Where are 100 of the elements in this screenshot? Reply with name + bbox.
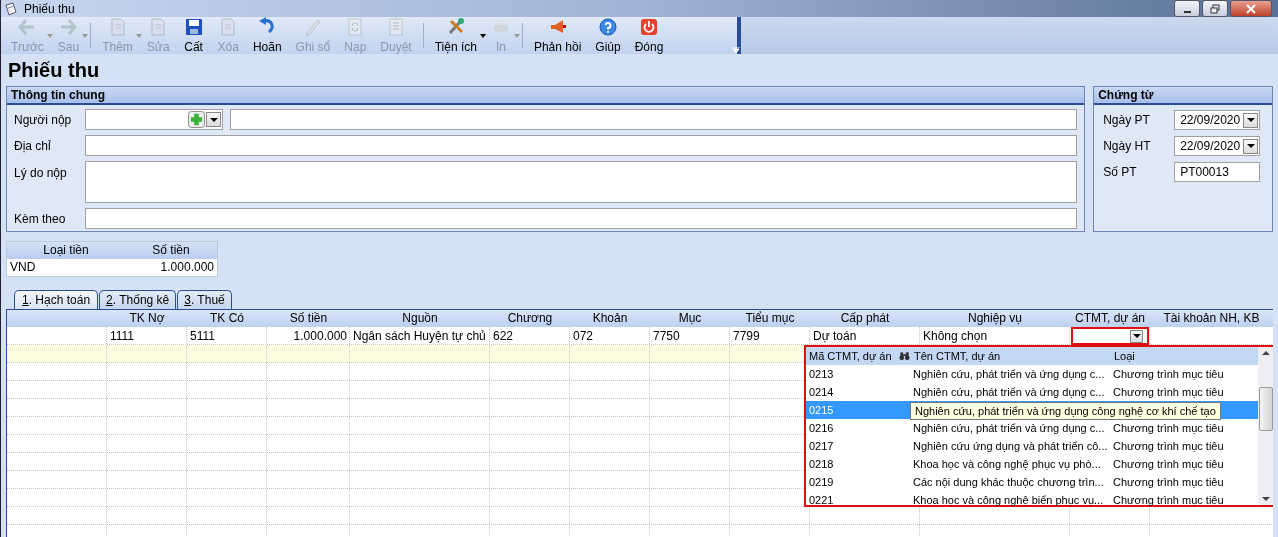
table-cell-text: Chương trình mục tiêu <box>1113 493 1224 508</box>
table-cell-text: Chương trình mục tiêu <box>1113 367 1224 382</box>
field-label: Kèm theo <box>14 211 67 226</box>
column-header: Tên CTMT, dự án <box>914 349 1002 364</box>
list-row[interactable]: 0215 Nghiên cứu, phát triển và ứng dụng công nghệ cơ khí chế tạo <box>806 401 1258 419</box>
toolbar-button[interactable]: Hoãn <box>245 17 289 54</box>
close-icon <box>1246 3 1256 14</box>
table-cell-text: Ngân sách Huyện tự chủ <box>352 328 487 345</box>
tooltip: Nghiên cứu, phát triển và ứng dụng công nghệ cơ khí chế tạo <box>910 402 1221 420</box>
table-cell-text: Chương trình mục tiêu <box>1113 385 1224 400</box>
reason-field[interactable] <box>85 161 1078 203</box>
overflow-icon[interactable] <box>732 47 740 53</box>
date-field[interactable]: 22/09/2020 <box>1174 110 1261 130</box>
minimize-button[interactable] <box>1174 0 1200 17</box>
restore-icon <box>1210 3 1220 14</box>
table-cell-text: 072 <box>572 328 595 345</box>
list-row[interactable]: 0216 Nghiên cứu, phát triển và ứng dụng c... Chương trình mục tiêu <box>806 419 1258 437</box>
scrollbar[interactable] <box>1258 347 1273 505</box>
column-header: Khoản <box>592 310 628 327</box>
dropdown-button[interactable] <box>206 112 221 127</box>
table-cell-text: Chương trình mục tiêu <box>1113 475 1224 490</box>
caret-icon <box>1246 118 1255 122</box>
caret-icon <box>209 117 218 122</box>
close-button[interactable] <box>1230 0 1272 17</box>
list-row[interactable]: 0213 Nghiên cứu, phát triển và ứng dụng c... Chương trình mục tiêu <box>806 365 1258 383</box>
scroll-thumb[interactable] <box>1259 387 1273 431</box>
list-row[interactable]: 0218 Khoa học và công nghệ phục vụ phò... Chương trình mục tiêu <box>806 455 1258 473</box>
table-cell-text: Nghiên cứu, phát triển và ứng dụng c... <box>913 367 1106 382</box>
table-cell-text: 0217 <box>808 439 835 454</box>
list-row[interactable]: 0214 Nghiên cứu, phát triển và ứng dụng c... Chương trình mục tiêu <box>806 383 1258 401</box>
restore-button[interactable] <box>1202 0 1228 17</box>
field-label: Ngày PT <box>1102 113 1151 127</box>
payer-name-field[interactable] <box>230 109 1078 130</box>
list-row[interactable]: 0219 Các nội dung khác thuộc chương trìn... Chương trình mục tiêu <box>806 473 1258 491</box>
toolbar-button[interactable]: Tiện ích <box>427 17 484 54</box>
column-header: Số tiền <box>289 310 328 327</box>
field-label: Lý do nộp <box>14 166 68 180</box>
table-cell-text: 1.000.000 <box>292 328 348 345</box>
table-cell-text: 0213 <box>808 367 835 382</box>
table-cell-text: Các nội dung khác thuộc chương trìn... <box>913 475 1105 490</box>
caret-icon <box>1246 144 1255 148</box>
binoculars-icon <box>899 351 910 361</box>
table-cell-text: 0221 <box>808 493 835 508</box>
down-arrow-icon[interactable] <box>1262 497 1270 501</box>
list-row[interactable]: 0221 Khoa học và công nghệ biển phục vụ... Chương trình mục tiêu <box>806 491 1258 509</box>
table-cell-text: Chương trình mục tiêu <box>1113 421 1224 436</box>
date-field[interactable]: 22/09/2020 <box>1174 136 1261 156</box>
table-cell-text: Khoa học và công nghệ biển phục vụ... <box>913 493 1105 508</box>
table-cell-text: 5111 <box>189 328 216 345</box>
list-row[interactable]: 0217 Nghiên cứu ứng dụng và phát triển cô... Chương trình mục tiêu <box>806 437 1258 455</box>
table-cell-text: 0216 <box>808 421 835 436</box>
column-header: TK Nợ <box>129 310 165 327</box>
dropdown-button[interactable] <box>1243 138 1259 154</box>
table-cell-text: Nghiên cứu, phát triển và ứng dụng c... <box>913 385 1106 400</box>
dropdown-button[interactable] <box>1243 112 1259 128</box>
table-cell-text: 1111 <box>109 328 136 345</box>
toolbar-button[interactable]: Đóng <box>627 17 671 54</box>
table-cell-text: Khoa học và công nghệ phục vụ phò... <box>913 457 1102 472</box>
caret-icon <box>1132 334 1141 338</box>
page-heading: Phiếu thu <box>8 59 101 81</box>
project-combo[interactable] <box>1071 327 1149 345</box>
table-cell-text: Chương trình mục tiêu <box>1113 439 1224 454</box>
address-field[interactable] <box>85 135 1078 156</box>
toolbar-button[interactable]: Cất <box>176 17 211 54</box>
help-icon <box>597 17 618 37</box>
column-header: Nguồn <box>402 310 438 327</box>
app-icon <box>4 1 18 16</box>
column-header: Số tiền <box>151 242 191 259</box>
toolbar-button[interactable]: Phản hồi <box>526 17 589 54</box>
table-cell-text: 0218 <box>808 457 835 472</box>
panel-title: Thông tin chung <box>7 87 1085 105</box>
column-header: Cấp phát <box>840 310 890 327</box>
attachment-field[interactable] <box>85 208 1078 229</box>
column-header: Tài khoản NH, KB <box>1163 310 1260 327</box>
dropdown-button[interactable] <box>1130 329 1143 343</box>
table-cell-text: Chương trình mục tiêu <box>1113 457 1224 472</box>
window-title: Phiếu thu <box>24 1 75 16</box>
field-label: Số PT <box>1102 165 1138 179</box>
right-arrow-icon <box>58 17 79 37</box>
up-arrow-icon[interactable] <box>1262 351 1270 355</box>
table-cell-text: Nghiên cứu, phát triển và ứng dụng c... <box>913 421 1106 436</box>
table-cell-text: Nghiên cứu ứng dụng và phát triển cô... <box>913 439 1109 454</box>
column-header: Mục <box>678 310 702 327</box>
table-cell-text: Dự toán <box>812 328 858 345</box>
toolbar-button[interactable]: Giúp <box>588 17 628 54</box>
tab[interactable]: 1. Hạch toán <box>14 290 99 309</box>
tab[interactable]: 3. Thuế <box>177 290 232 309</box>
panel-title: Chứng từ <box>1094 87 1272 105</box>
table-cell-text: 0215 <box>808 403 835 418</box>
column-header: Mã CTMT, dự án <box>808 349 893 364</box>
table-cell-text: Không chọn <box>922 328 989 345</box>
table-cell-text: 0214 <box>808 385 835 400</box>
column-header: Loại <box>1114 349 1135 364</box>
field-label: Ngày HT <box>1102 139 1152 153</box>
list-icon <box>386 17 406 37</box>
number-field[interactable]: PT00013 <box>1174 162 1261 182</box>
column-header: Nghiệp vụ <box>967 310 1022 327</box>
table-cell-text: 0219 <box>808 475 835 490</box>
table-cell-text: VND <box>9 259 37 276</box>
tab[interactable]: 2. Thống kê <box>99 290 177 309</box>
